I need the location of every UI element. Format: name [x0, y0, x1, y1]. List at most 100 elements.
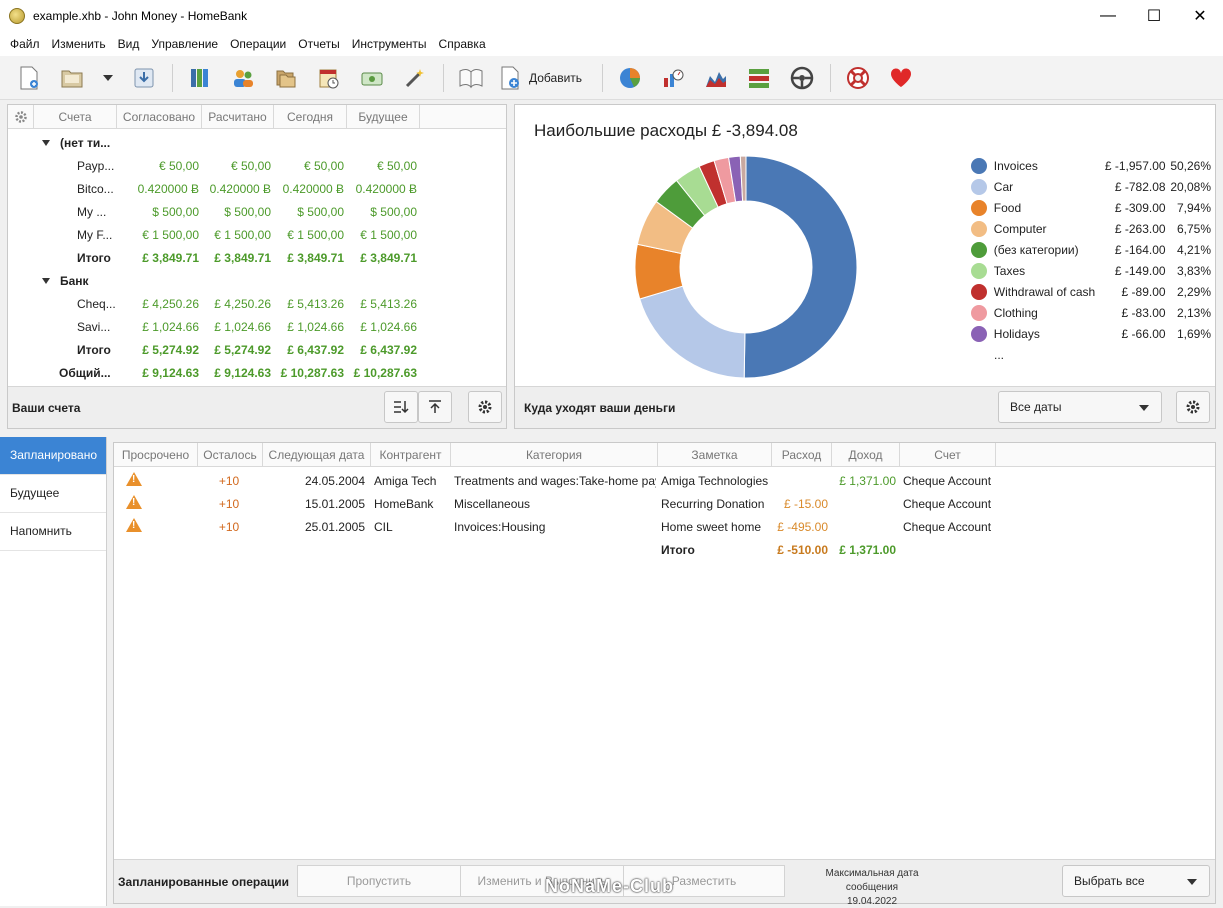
tab-scheduled[interactable]: Запланировано	[0, 437, 106, 475]
menu-manage[interactable]: Управление	[145, 32, 224, 56]
register-button[interactable]	[456, 63, 486, 93]
column-header-remaining[interactable]: Осталось	[198, 443, 263, 466]
column-header-category[interactable]: Категория	[451, 443, 658, 466]
column-header-today[interactable]: Сегодня	[274, 105, 347, 128]
menu-edit[interactable]: Изменить	[46, 32, 112, 56]
close-button[interactable]: ✕	[1177, 0, 1223, 32]
today-grand-total: £ 10,287.63	[280, 365, 344, 380]
max-post-date: Максимальная дата сообщения 19.04.2022	[799, 867, 945, 908]
open-recent-dropdown[interactable]	[100, 63, 116, 93]
late-count: +10	[218, 519, 240, 534]
vehicle-cost-button[interactable]	[787, 63, 817, 93]
open-book-icon	[459, 68, 483, 88]
spending-panel: Наибольшие расходы £ -3,894.08 Invoices £…	[514, 104, 1216, 429]
menu-file[interactable]: Файл	[4, 32, 46, 56]
budget-report-button[interactable]	[658, 63, 688, 93]
add-transaction-button[interactable]: Добавить	[499, 66, 582, 90]
donut-slice-invoices[interactable]	[743, 155, 858, 379]
tab-remind[interactable]: Напомнить	[0, 513, 106, 551]
column-header-payee[interactable]: Контрагент	[371, 443, 451, 466]
accounts-button[interactable]	[185, 63, 215, 93]
column-header-income[interactable]: Доход	[832, 443, 900, 466]
table-row[interactable]: +10 15.01.2005 HomeBank Miscellaneous Re…	[114, 492, 1215, 515]
new-file-icon	[20, 66, 38, 89]
budget-button[interactable]	[357, 63, 387, 93]
menu-help[interactable]: Справка	[433, 32, 492, 56]
trend-report-button[interactable]	[744, 63, 774, 93]
column-header-accounts[interactable]: Счета	[34, 105, 117, 128]
expander-arrow-icon[interactable]	[42, 278, 50, 285]
account-row[interactable]: Payp... € 50,00 € 50,00 € 50,00 € 50,00	[8, 154, 506, 177]
accounts-settings-button[interactable]	[468, 391, 502, 423]
statistics-report-button[interactable]	[615, 63, 645, 93]
magic-wand-icon	[405, 68, 424, 87]
payees-button[interactable]	[228, 63, 258, 93]
tab-future[interactable]: Будущее	[0, 475, 106, 513]
help-button[interactable]	[843, 63, 873, 93]
maximize-button[interactable]: ☐	[1131, 0, 1177, 32]
account-row[interactable]: My ... $ 500,00 $ 500,00 $ 500,00 $ 500,…	[8, 200, 506, 223]
table-row[interactable]: +10 24.05.2004 Amiga Tech Treatments and…	[114, 469, 1215, 492]
column-header-account[interactable]: Счет	[900, 443, 996, 466]
account-row[interactable]: My F... € 1 500,00 € 1 500,00 € 1 500,00…	[8, 223, 506, 246]
scheduled-button[interactable]	[314, 63, 344, 93]
column-settings-cell[interactable]	[8, 105, 34, 128]
reconciled-value: $ 500,00	[152, 204, 199, 219]
balance-report-button[interactable]	[701, 63, 731, 93]
column-header-cleared[interactable]: Расчитано	[202, 105, 274, 128]
today-value: € 1 500,00	[287, 227, 344, 242]
column-header-reconciled[interactable]: Согласовано	[117, 105, 202, 128]
steering-wheel-icon	[790, 66, 814, 89]
account-row[interactable]: Bitco... 0.420000 Ƀ 0.420000 Ƀ 0.420000 …	[8, 177, 506, 200]
expense: £ -15.00	[783, 496, 828, 511]
legend-swatch	[971, 241, 987, 258]
column-header-memo[interactable]: Заметка	[658, 443, 772, 466]
legend-amount: £ -164.00	[1114, 242, 1166, 257]
warning-icon	[126, 518, 142, 532]
account-group-row[interactable]: (нет ти...	[8, 131, 506, 154]
date-range-combobox[interactable]: Все даты	[998, 391, 1162, 423]
open-folder-icon	[61, 70, 83, 87]
future-value: € 50,00	[376, 158, 417, 173]
account-name: My ...	[77, 204, 107, 219]
reconciled-value: € 50,00	[158, 158, 199, 173]
legend-percent: 3,83%	[1176, 263, 1212, 278]
account: Cheque Account	[903, 473, 992, 488]
save-button[interactable]	[129, 63, 159, 93]
group-total-row: Итого £ 5,274.92 £ 5,274.92 £ 6,437.92 £…	[8, 338, 506, 361]
today-value: € 50,00	[303, 158, 344, 173]
assignment-wizard-button[interactable]	[400, 63, 430, 93]
memo: Home sweet home	[661, 519, 762, 534]
select-all-combobox[interactable]: Выбрать все	[1062, 865, 1210, 897]
open-file-button[interactable]	[57, 63, 87, 93]
categories-button[interactable]	[271, 63, 301, 93]
expander-arrow-icon[interactable]	[42, 140, 50, 147]
legend-row: (без категории) £ -164.00 4,21%	[971, 239, 1211, 260]
account-row[interactable]: Savi... £ 1,024.66 £ 1,024.66 £ 1,024.66…	[8, 315, 506, 338]
menu-tools[interactable]: Инструменты	[346, 32, 433, 56]
column-header-next-date[interactable]: Следующая дата	[263, 443, 371, 466]
skip-button[interactable]: Пропустить	[297, 865, 461, 897]
gear-icon	[14, 111, 27, 123]
future-grand-total: £ 10,287.63	[353, 365, 417, 380]
legend-swatch	[971, 304, 987, 321]
column-header-expense[interactable]: Расход	[772, 443, 832, 466]
collapse-all-button[interactable]	[418, 391, 452, 423]
account-row[interactable]: Cheq... £ 4,250.26 £ 4,250.26 £ 5,413.26…	[8, 292, 506, 315]
menu-reports[interactable]: Отчеты	[292, 32, 345, 56]
reconciled-total: £ 3,849.71	[142, 250, 199, 265]
legend-row: Food £ -309.00 7,94%	[971, 197, 1211, 218]
account-group-row[interactable]: Банк	[8, 269, 506, 292]
spending-settings-button[interactable]	[1176, 391, 1210, 423]
minimize-button[interactable]: —	[1085, 0, 1131, 32]
new-file-button[interactable]	[14, 63, 44, 93]
donate-button[interactable]	[886, 63, 916, 93]
table-row[interactable]: +10 25.01.2005 CIL Invoices:Housing Home…	[114, 515, 1215, 538]
donut-slice-car[interactable]	[639, 285, 746, 379]
column-header-late[interactable]: Просрочено	[114, 443, 198, 466]
menu-transactions[interactable]: Операции	[224, 32, 292, 56]
menu-view[interactable]: Вид	[112, 32, 146, 56]
column-header-future[interactable]: Будущее	[347, 105, 420, 128]
chevron-down-icon	[103, 74, 113, 81]
expand-all-button[interactable]	[384, 391, 418, 423]
